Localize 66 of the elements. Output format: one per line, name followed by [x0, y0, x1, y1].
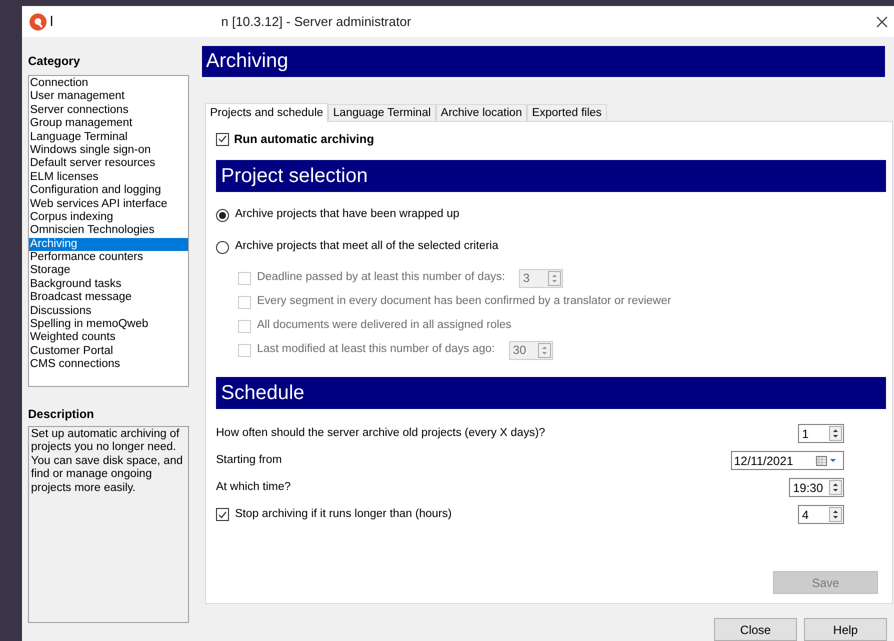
spin-field[interactable]: 4	[798, 505, 844, 524]
tab[interactable]: Archive location	[436, 104, 527, 121]
category-item[interactable]: ELM licenses	[29, 170, 188, 184]
criterion-label: All documents were delivered in all assigned roles	[257, 318, 512, 334]
category-item[interactable]: Omniscien Technologies	[29, 224, 188, 238]
radio-label: Archive projects that have been wrapped up	[235, 207, 460, 222]
tab[interactable]: Projects and schedule	[205, 103, 328, 122]
category-item[interactable]: Archiving	[29, 238, 188, 252]
app-logo-icon	[29, 12, 47, 30]
radio-label: Archive projects that meet all of the selected criteria	[235, 239, 498, 254]
category-item[interactable]: Server connections	[29, 104, 188, 118]
category-label: Category	[28, 54, 82, 68]
category-item[interactable]: Discussions	[29, 304, 188, 318]
spin-value: 30	[512, 342, 528, 359]
spin-field[interactable]: 1	[798, 424, 844, 443]
category-item[interactable]: CMS connections	[29, 358, 188, 372]
category-item[interactable]: User management	[29, 90, 188, 104]
radio-button[interactable]	[216, 240, 229, 254]
checkbox[interactable]	[216, 132, 229, 146]
category-item[interactable]: Spelling in memoQweb	[29, 318, 188, 332]
category-item[interactable]: Configuration and logging	[29, 184, 188, 198]
category-item[interactable]: Connection	[29, 77, 188, 90]
close-icon[interactable]	[876, 16, 888, 28]
radio-button[interactable]	[216, 208, 229, 222]
spin-arrows-icon[interactable]	[829, 507, 842, 522]
checkbox-label: Run automatic archiving	[234, 131, 374, 148]
page-header: Archiving	[202, 46, 885, 77]
setting-label: At which time?	[216, 480, 291, 495]
category-item[interactable]: Performance counters	[29, 251, 188, 264]
criterion-label: Every segment in every document has been confirmed by a translator or reviewer	[257, 294, 672, 310]
spin-arrows-icon[interactable]	[829, 426, 842, 441]
date-value: 12/11/2021	[733, 452, 794, 470]
category-item[interactable]: Web services API interface	[29, 198, 188, 211]
tab[interactable]: Language Terminal	[328, 104, 436, 121]
dialog-button[interactable]: Help	[804, 618, 887, 641]
spin-value: 19:30	[792, 480, 824, 496]
category-item[interactable]: Customer Portal	[29, 344, 188, 358]
app-name: l	[50, 12, 54, 31]
spin-field[interactable]: 19:30	[789, 478, 844, 497]
category-item[interactable]: Windows single sign-on	[29, 144, 188, 158]
category-item[interactable]: Default server resources	[29, 157, 188, 171]
category-item[interactable]: Storage	[29, 264, 188, 278]
date-field[interactable]: 12/11/2021	[731, 451, 844, 470]
section-header: Schedule	[216, 377, 886, 409]
spin-value: 1	[801, 426, 810, 442]
description-text: Set up automatic archiving of projects you no longer need. You can save disk space, and find or manage ongoing projects more easily.	[31, 428, 184, 496]
spin-value: 3	[522, 270, 531, 287]
window-title: n [10.3.12] - Server administrator	[221, 12, 412, 31]
tab[interactable]: Exported files	[526, 104, 607, 121]
spin-arrows-icon[interactable]	[829, 480, 842, 495]
setting-label: Starting from	[216, 452, 282, 468]
section-header: Project selection	[216, 160, 886, 192]
category-item[interactable]: Weighted counts	[29, 331, 188, 345]
criterion-label: Deadline passed by at least this number of days:	[257, 270, 506, 286]
dialog-button[interactable]: Close	[714, 618, 797, 641]
category-item[interactable]: Broadcast message	[29, 291, 188, 305]
setting-label: How often should the server archive old projects (every X days)?	[216, 426, 546, 441]
category-item[interactable]: Language Terminal	[29, 130, 188, 144]
category-item[interactable]: Background tasks	[29, 278, 188, 292]
setting-label: Stop archiving if it runs longer than (hours)	[235, 506, 452, 522]
checkbox[interactable]	[216, 508, 229, 521]
spin-value: 4	[801, 506, 810, 524]
category-item[interactable]: Group management	[29, 117, 188, 131]
category-item[interactable]: Corpus indexing	[29, 210, 188, 224]
description-label: Description	[28, 407, 96, 421]
criterion-label: Last modified at least this number of days ago:	[257, 342, 495, 358]
